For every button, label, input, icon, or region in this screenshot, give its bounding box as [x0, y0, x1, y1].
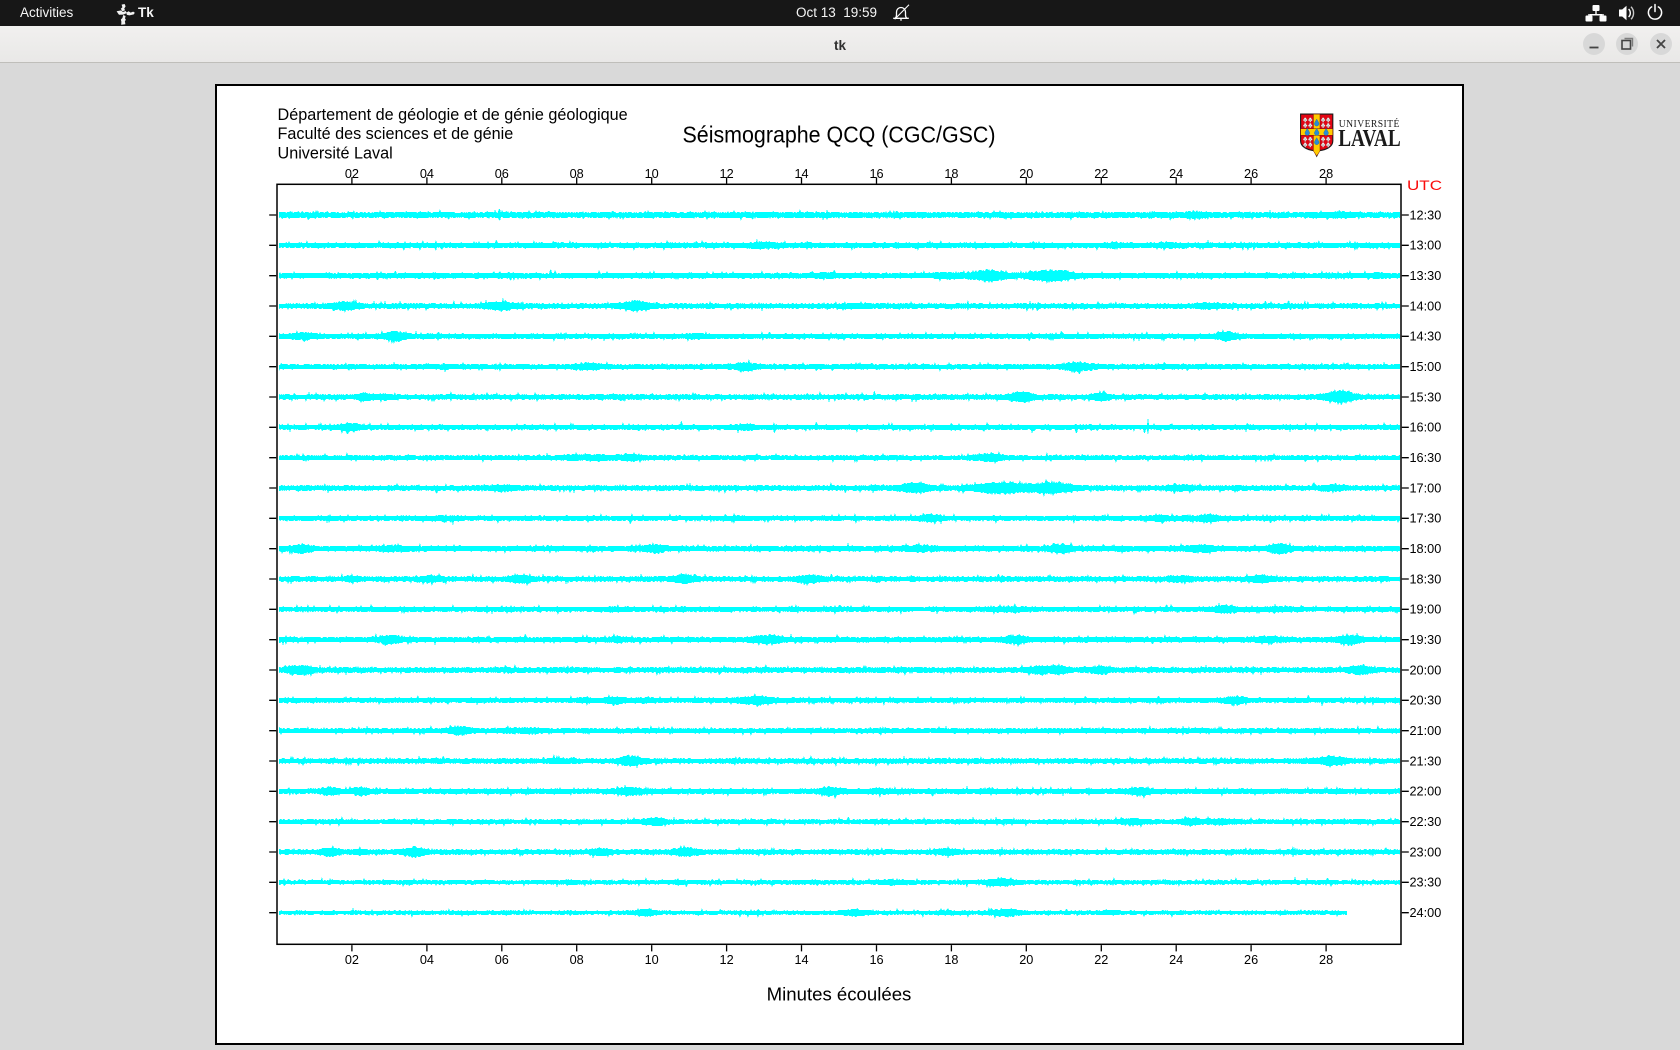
svg-text:22: 22	[1094, 953, 1108, 967]
svg-text:16:00: 16:00	[1410, 421, 1442, 435]
svg-text:16: 16	[869, 953, 883, 967]
svg-text:19:30: 19:30	[1410, 633, 1442, 647]
svg-text:Séismographe QCQ (CGC/GSC): Séismographe QCQ (CGC/GSC)	[683, 122, 996, 148]
svg-text:23:00: 23:00	[1410, 845, 1442, 859]
svg-text:20:30: 20:30	[1410, 694, 1442, 708]
svg-text:17:30: 17:30	[1410, 512, 1442, 526]
svg-text:12: 12	[720, 953, 734, 967]
svg-text:19:00: 19:00	[1410, 603, 1442, 617]
svg-text:10: 10	[645, 953, 659, 967]
svg-text:12:30: 12:30	[1410, 208, 1442, 222]
svg-text:Département de géologie et de: Département de géologie et de génie géol…	[278, 106, 628, 124]
svg-text:04: 04	[420, 953, 434, 967]
svg-text:13:00: 13:00	[1410, 239, 1442, 253]
svg-text:13:30: 13:30	[1410, 269, 1442, 283]
svg-text:16:30: 16:30	[1410, 451, 1442, 465]
svg-text:26: 26	[1244, 953, 1258, 967]
svg-text:08: 08	[570, 953, 584, 967]
svg-text:22:30: 22:30	[1410, 815, 1442, 829]
svg-text:15:30: 15:30	[1410, 390, 1442, 404]
svg-text:UTC: UTC	[1407, 178, 1442, 193]
svg-text:Minutes écoulées: Minutes écoulées	[767, 984, 912, 1005]
svg-text:23:30: 23:30	[1410, 876, 1442, 890]
svg-text:17:00: 17:00	[1410, 481, 1442, 495]
svg-text:28: 28	[1319, 953, 1333, 967]
svg-text:Faculté des sciences et de gén: Faculté des sciences et de génie	[278, 125, 514, 143]
svg-text:18: 18	[944, 953, 958, 967]
svg-text:21:00: 21:00	[1410, 724, 1442, 738]
svg-text:LAVAL: LAVAL	[1338, 126, 1401, 152]
svg-text:18:00: 18:00	[1410, 542, 1442, 556]
svg-text:06: 06	[495, 953, 509, 967]
svg-text:02: 02	[345, 953, 359, 967]
svg-text:24: 24	[1169, 953, 1183, 967]
svg-text:15:00: 15:00	[1410, 360, 1442, 374]
svg-text:20:00: 20:00	[1410, 663, 1442, 677]
svg-text:14:00: 14:00	[1410, 299, 1442, 313]
svg-text:20: 20	[1019, 953, 1033, 967]
svg-text:Université Laval: Université Laval	[278, 145, 393, 163]
svg-text:24:00: 24:00	[1410, 906, 1442, 920]
svg-text:14: 14	[794, 953, 808, 967]
svg-text:18:30: 18:30	[1410, 572, 1442, 586]
svg-text:14:30: 14:30	[1410, 330, 1442, 344]
svg-text:21:30: 21:30	[1410, 754, 1442, 768]
svg-text:22:00: 22:00	[1410, 785, 1442, 799]
